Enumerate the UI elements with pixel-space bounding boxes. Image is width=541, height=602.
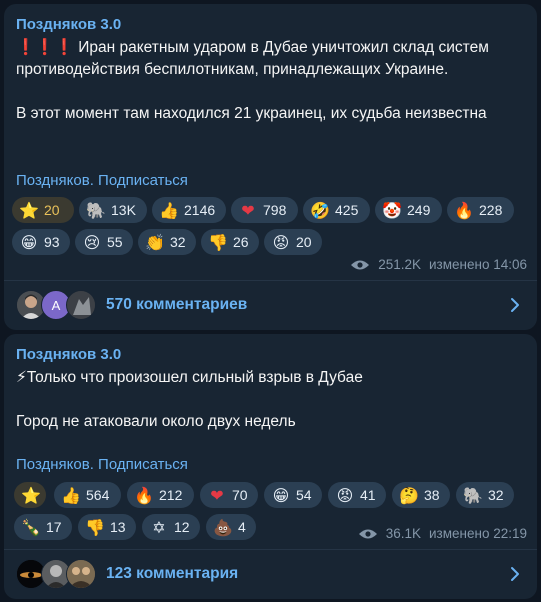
reaction-count: 13	[110, 519, 126, 535]
elephant-icon: 🐘	[463, 485, 483, 505]
reaction-count: 38	[424, 487, 440, 503]
reaction-count: 20	[44, 202, 60, 218]
clap-icon: 👏	[145, 232, 165, 252]
reaction-cry[interactable]: 😢 55	[75, 229, 133, 255]
reaction-count: 212	[159, 487, 183, 503]
reaction-count: 54	[296, 487, 312, 503]
channel-post: Поздняков 3.0 ⚡Только что произошел силь…	[4, 334, 537, 599]
reaction-thinking[interactable]: 🤔 38	[392, 482, 450, 508]
reaction-count: 564	[86, 487, 110, 503]
reaction-rofl[interactable]: 🤣 425	[303, 197, 370, 223]
reaction-count: 228	[479, 202, 503, 218]
grin-icon: 😁	[20, 232, 38, 252]
reaction-thumbs-up[interactable]: 👍 2146	[152, 197, 226, 223]
subscribe-link[interactable]: Поздняков. Подписаться	[16, 172, 188, 189]
reaction-count: 4	[238, 519, 246, 535]
thumbs-down-icon: 👎	[85, 517, 105, 537]
reaction-heart[interactable]: ❤ 70	[200, 482, 258, 508]
reaction-count: 12	[174, 519, 190, 535]
star-icon: ⭐	[19, 200, 39, 220]
reaction-count: 70	[232, 487, 248, 503]
thinking-icon: 🤔	[399, 485, 419, 505]
post-text: ⚡Только что произошел сильный взрыв в Ду…	[16, 369, 363, 430]
reaction-count: 32	[488, 487, 504, 503]
reaction-count: 13K	[111, 202, 136, 218]
reaction-champagne[interactable]: 🍾 17	[14, 514, 72, 540]
cry-icon: 😢	[83, 232, 101, 252]
reaction-count: 2146	[184, 202, 216, 218]
reaction-fire[interactable]: 🔥 212	[127, 482, 194, 508]
reaction-count: 93	[44, 234, 60, 250]
reaction-clown[interactable]: 🤡 249	[375, 197, 442, 223]
comments-count: 123 комментария	[106, 565, 239, 582]
channel-post: Поздняков 3.0 ❗❗❗ Иран ракетным ударом в…	[4, 4, 537, 330]
thumbs-up-icon: 👍	[61, 485, 81, 505]
avatar	[66, 559, 96, 589]
heart-icon: ❤	[210, 485, 224, 505]
star-icon: ⭐	[21, 485, 41, 505]
avatar	[66, 290, 96, 320]
comments-count: 570 комментариев	[106, 296, 248, 313]
thumbs-down-icon: 👎	[208, 232, 228, 252]
elephant-icon: 🐘	[86, 200, 106, 220]
view-count: 36.1K	[385, 526, 422, 541]
reaction-angry[interactable]: 😡 20	[264, 229, 322, 255]
reaction-count: 249	[407, 202, 431, 218]
subscribe-link[interactable]: Поздняков. Подписаться	[16, 456, 188, 473]
heart-icon: ❤	[241, 200, 255, 220]
reaction-star[interactable]: ⭐	[14, 482, 46, 508]
poop-icon: 💩	[213, 517, 233, 537]
figure-photo-icon	[67, 291, 95, 319]
reaction-clap[interactable]: 👏 32	[138, 229, 196, 255]
reaction-count: 425	[335, 202, 359, 218]
chevron-right-icon	[511, 298, 519, 312]
reaction-fire[interactable]: 🔥 228	[447, 197, 514, 223]
view-count: 251.2K	[378, 257, 422, 272]
commenter-avatars: A	[16, 290, 100, 320]
reaction-thumbs-down[interactable]: 👎 26	[201, 229, 259, 255]
channel-name[interactable]: Поздняков 3.0	[16, 16, 121, 33]
reaction-star[interactable]: ⭐ 20	[12, 197, 74, 223]
reaction-count: 32	[170, 234, 186, 250]
reaction-count: 20	[296, 234, 312, 250]
rofl-icon: 🤣	[310, 200, 330, 220]
reaction-count: 798	[263, 202, 287, 218]
comments-button[interactable]: 123 комментария	[4, 549, 537, 599]
fire-icon: 🔥	[134, 485, 154, 505]
reaction-count: 41	[360, 487, 376, 503]
edited-time: изменено 14:06	[429, 257, 527, 272]
reaction-poop[interactable]: 💩 4	[206, 514, 256, 540]
reaction-elephant[interactable]: 🐘 32	[456, 482, 514, 508]
eye-icon	[358, 529, 377, 538]
post-meta: 251.2K изменено 14:06	[350, 257, 527, 272]
reaction-grin[interactable]: 😁 54	[264, 482, 322, 508]
reaction-thumbs-down[interactable]: 👎 13	[78, 514, 136, 540]
edited-time: изменено 22:19	[429, 526, 527, 541]
eye-icon	[351, 260, 370, 269]
star-of-david-icon: ✡	[152, 517, 166, 537]
channel-name[interactable]: Поздняков 3.0	[16, 346, 121, 363]
comments-button[interactable]: A 570 комментариев	[4, 280, 537, 330]
reaction-count: 55	[107, 234, 123, 250]
commenter-avatars	[16, 559, 100, 589]
group-photo-icon	[67, 560, 95, 588]
reaction-count: 26	[233, 234, 249, 250]
thumbs-up-icon: 👍	[159, 200, 179, 220]
clown-icon: 🤡	[382, 200, 402, 220]
angry-icon: 😡	[272, 232, 290, 252]
reaction-count: 17	[46, 519, 62, 535]
reaction-angry[interactable]: 😡 41	[328, 482, 386, 508]
chevron-right-icon	[511, 567, 519, 581]
reaction-elephant[interactable]: 🐘 13K	[79, 197, 147, 223]
post-meta: 36.1K изменено 22:19	[358, 526, 527, 541]
reaction-heart[interactable]: ❤ 798	[231, 197, 298, 223]
post-text: ❗❗❗ Иран ракетным ударом в Дубае уничтож…	[16, 39, 489, 122]
reaction-star-of-david[interactable]: ✡ 12	[142, 514, 200, 540]
angry-icon: 😡	[336, 485, 354, 505]
grin-icon: 😁	[272, 485, 290, 505]
reaction-grin[interactable]: 😁 93	[12, 229, 70, 255]
fire-icon: 🔥	[454, 200, 474, 220]
champagne-icon: 🍾	[21, 517, 41, 537]
reaction-thumbs-up[interactable]: 👍 564	[54, 482, 121, 508]
